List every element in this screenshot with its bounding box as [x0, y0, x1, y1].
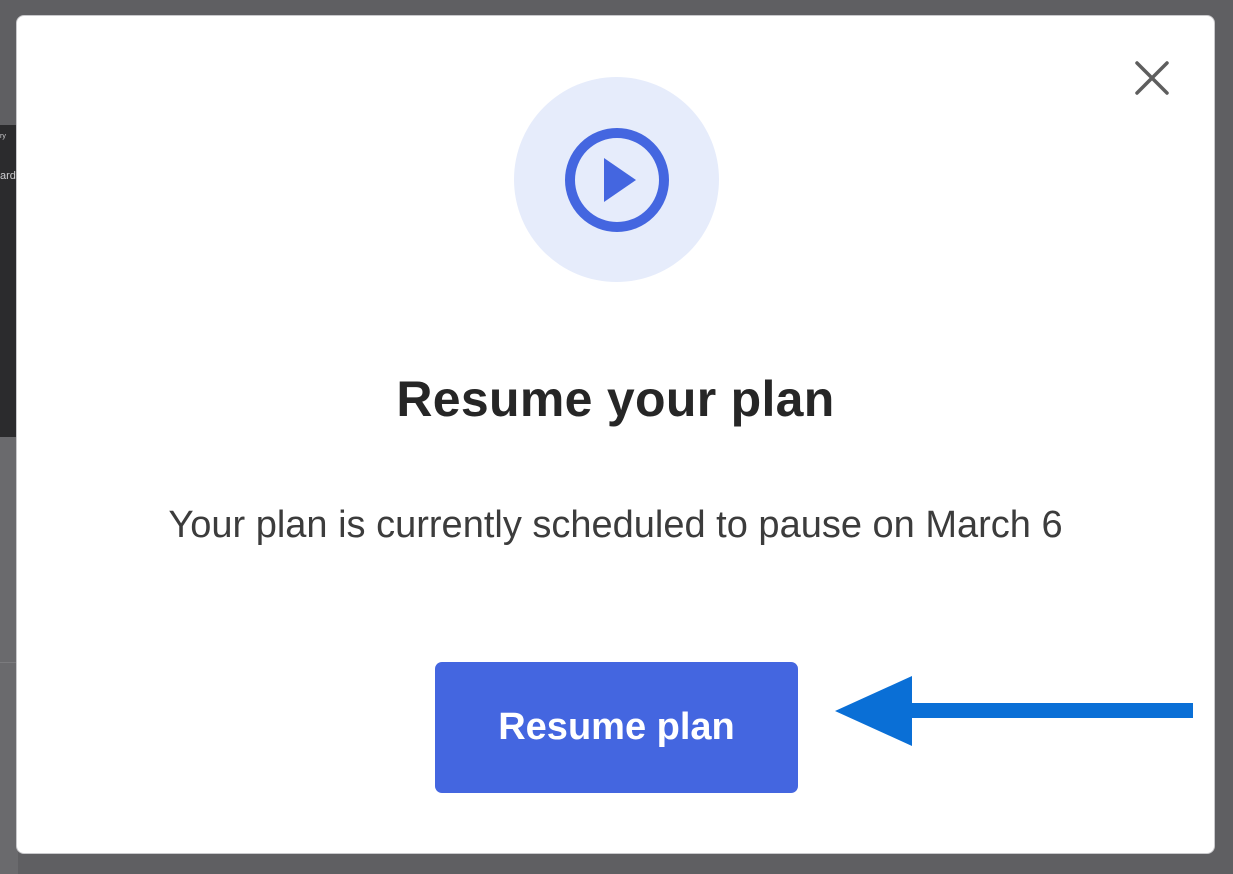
close-button[interactable]	[1132, 58, 1172, 98]
dialog-message: Your plan is currently scheduled to paus…	[168, 504, 1063, 546]
play-circle-icon	[564, 127, 669, 232]
play-icon-badge	[514, 77, 719, 282]
dialog-title: Resume your plan	[396, 371, 835, 427]
resume-plan-button[interactable]: Resume plan	[435, 662, 798, 793]
background-text-fragment: ry	[0, 133, 6, 140]
arrow-left-icon	[835, 676, 1193, 746]
resume-plan-dialog: Resume your plan Your plan is currently …	[16, 15, 1215, 854]
close-icon	[1135, 61, 1169, 95]
background-text-fragment: ard	[0, 170, 16, 182]
